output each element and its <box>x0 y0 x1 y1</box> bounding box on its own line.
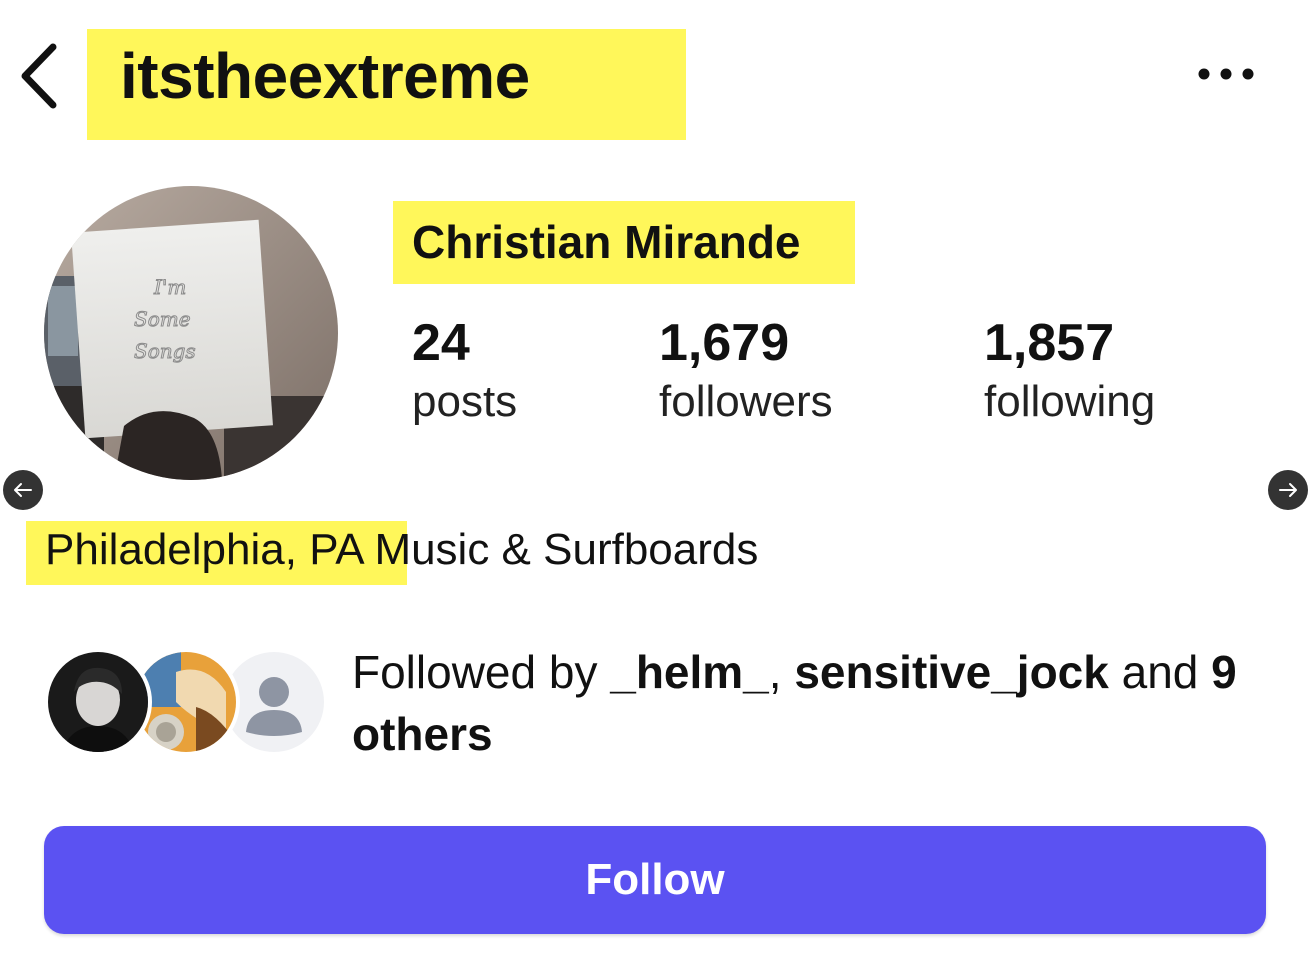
follow-button[interactable]: Follow <box>44 826 1266 934</box>
arrow-left-icon <box>14 483 32 497</box>
avatar-text-3: Songs <box>134 339 196 363</box>
avatar-image: I'm Some Songs <box>44 186 338 480</box>
back-button[interactable] <box>14 38 64 114</box>
next-arrow-button[interactable] <box>1268 470 1308 510</box>
stat-followers[interactable]: 1,679 followers <box>659 312 833 430</box>
profile-page: itstheextreme I'm Some Songs Christian M… <box>0 0 1315 971</box>
profile-fullname: Christian Mirande <box>412 216 801 268</box>
more-options-button[interactable] <box>1188 52 1264 96</box>
followed-by-user-1[interactable]: _helm_ <box>610 646 769 698</box>
avatar-text-2: Some <box>134 307 191 331</box>
followed-by-user-2[interactable]: sensitive_jock <box>794 646 1109 698</box>
profile-username: itstheextreme <box>120 40 530 112</box>
follow-button-label: Follow <box>585 855 725 904</box>
stat-following[interactable]: 1,857 following <box>984 312 1155 430</box>
followed-by-connector: and <box>1121 646 1199 698</box>
bio-location: Philadelphia, PA <box>45 525 363 574</box>
followed-by-prefix: Followed by <box>352 646 598 698</box>
stat-followers-label: followers <box>659 377 833 426</box>
chevron-left-icon <box>21 43 57 109</box>
follower-avatar-helm[interactable] <box>44 648 152 756</box>
stat-following-label: following <box>984 377 1156 426</box>
stat-posts-count: 24 <box>412 314 470 372</box>
more-horizontal-icon <box>1198 68 1254 80</box>
avatar-text-1: I'm <box>153 275 186 299</box>
arrow-right-icon <box>1279 483 1297 497</box>
bio: Philadelphia, PA Music & Surfboards <box>45 522 758 578</box>
bio-text: Music & Surfboards <box>374 525 759 574</box>
stat-posts-label: posts <box>412 377 518 426</box>
followed-by-separator: , <box>768 646 782 698</box>
stat-posts[interactable]: 24 posts <box>412 312 517 430</box>
followed-by-text[interactable]: Followed by _helm_, sensitive_jock and 9… <box>352 641 1272 765</box>
profile-avatar[interactable]: I'm Some Songs <box>44 186 338 480</box>
previous-arrow-button[interactable] <box>3 470 43 510</box>
stat-followers-count: 1,679 <box>659 314 790 372</box>
stat-following-count: 1,857 <box>984 314 1115 372</box>
